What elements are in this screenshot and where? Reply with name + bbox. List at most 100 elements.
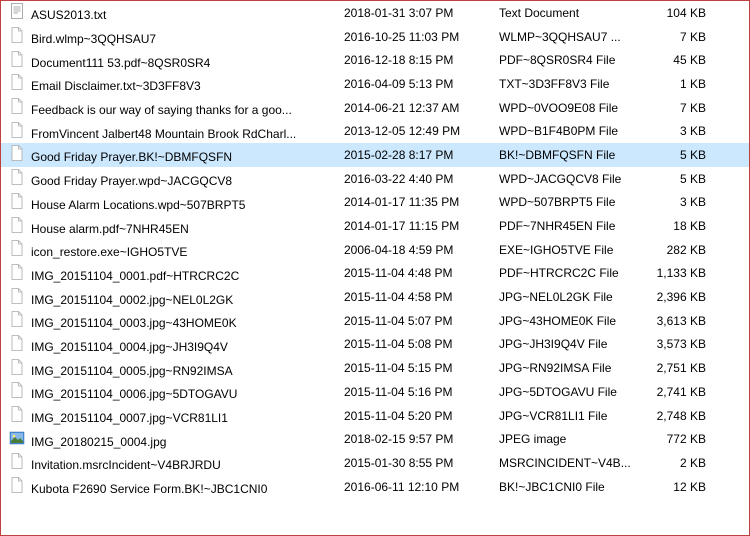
file-size: 3,613 KB [644,314,716,328]
file-type: WPD~507BRPT5 File [499,195,644,209]
file-type: JPG~JH3I9Q4V File [499,337,644,351]
file-row[interactable]: Invitation.msrcIncident~V4BRJRDU2015-01-… [1,451,749,475]
file-name: ASUS2013.txt [31,8,106,22]
generic-file-icon [9,240,25,256]
file-row[interactable]: IMG_20151104_0001.pdf~HTRCRC2C2015-11-04… [1,262,749,286]
file-row[interactable]: Kubota F2690 Service Form.BK!~JBC1CNI0 20… [1,475,749,499]
file-name-cell: Good Friday Prayer.BK!~DBMFQSFN [9,145,344,164]
file-name: IMG_20180215_0004.jpg [31,435,166,449]
generic-file-icon [9,74,25,90]
file-name-cell: IMG_20151104_0006.jpg~5DTOGAVU [9,382,344,401]
text-file-icon [9,3,25,19]
file-row[interactable]: IMG_20151104_0006.jpg~5DTOGAVU 2015-11-04… [1,380,749,404]
file-size: 772 KB [644,432,716,446]
file-row[interactable]: Good Friday Prayer.wpd~JACGQCV8 2016-03-2… [1,167,749,191]
file-size: 282 KB [644,243,716,257]
file-row[interactable]: IMG_20180215_0004.jpg2018-02-15 9:57 PMJ… [1,427,749,451]
file-date: 2016-10-25 11:03 PM [344,30,499,44]
file-name: Document111 53.pdf~8QSR0SR4 [31,56,210,70]
file-name: Feedback is our way of saying thanks for… [31,103,292,117]
file-date: 2016-03-22 4:40 PM [344,172,499,186]
file-name-cell: Invitation.msrcIncident~V4BRJRDU [9,453,344,472]
file-type: WLMP~3QQHSAU7 ... [499,30,644,44]
file-row[interactable]: Document111 53.pdf~8QSR0SR4 2016-12-18 8:… [1,48,749,72]
generic-file-icon [9,288,25,304]
file-type: BK!~DBMFQSFN File [499,148,644,162]
file-row[interactable]: IMG_20151104_0005.jpg~RN92IMSA 2015-11-04… [1,356,749,380]
file-name: IMG_20151104_0006.jpg~5DTOGAVU [31,387,237,401]
file-date: 2006-04-18 4:59 PM [344,243,499,257]
file-name-cell: IMG_20151104_0007.jpg~VCR81LI1 [9,406,344,425]
file-type: BK!~JBC1CNI0 File [499,480,644,494]
file-name-cell: IMG_20151104_0003.jpg~43HOME0K [9,311,344,330]
file-date: 2015-11-04 4:58 PM [344,290,499,304]
file-size: 3 KB [644,195,716,209]
file-name-cell: icon_restore.exe~IGHO5TVE [9,240,344,259]
file-size: 5 KB [644,148,716,162]
file-row[interactable]: IMG_20151104_0002.jpg~NEL0L2GK 2015-11-04… [1,285,749,309]
generic-file-icon [9,145,25,161]
file-name-cell: Bird.wlmp~3QQHSAU7 [9,27,344,46]
generic-file-icon [9,477,25,493]
generic-file-icon [9,27,25,43]
file-name-cell: IMG_20180215_0004.jpg [9,430,344,449]
generic-file-icon [9,311,25,327]
file-name: icon_restore.exe~IGHO5TVE [31,245,187,259]
file-row[interactable]: House alarm.pdf~7NHR45EN2014-01-17 11:15… [1,214,749,238]
generic-file-icon [9,453,25,469]
file-row[interactable]: FromVincent Jalbert48 Mountain Brook RdC… [1,119,749,143]
file-date: 2013-12-05 12:49 PM [344,124,499,138]
file-type: Text Document [499,6,644,20]
file-date: 2015-02-28 8:17 PM [344,148,499,162]
file-row[interactable]: Bird.wlmp~3QQHSAU72016-10-25 11:03 PMWLM… [1,25,749,49]
file-name: FromVincent Jalbert48 Mountain Brook RdC… [31,127,296,141]
file-name-cell: FromVincent Jalbert48 Mountain Brook RdC… [9,122,344,141]
file-row[interactable]: IMG_20151104_0004.jpg~JH3I9Q4V2015-11-04… [1,333,749,357]
file-name: House Alarm Locations.wpd~507BRPT5 [31,198,245,212]
file-name: Good Friday Prayer.wpd~JACGQCV8 [31,174,232,188]
file-name: IMG_20151104_0005.jpg~RN92IMSA [31,364,233,378]
file-row[interactable]: IMG_20151104_0007.jpg~VCR81LI12015-11-04… [1,404,749,428]
file-size: 2,748 KB [644,409,716,423]
file-type: EXE~IGHO5TVE File [499,243,644,257]
file-name: IMG_20151104_0007.jpg~VCR81LI1 [31,411,228,425]
file-name-cell: IMG_20151104_0002.jpg~NEL0L2GK [9,288,344,307]
file-row[interactable]: IMG_20151104_0003.jpg~43HOME0K2015-11-04… [1,309,749,333]
file-date: 2015-11-04 4:48 PM [344,266,499,280]
file-size: 2 KB [644,456,716,470]
file-name-cell: House Alarm Locations.wpd~507BRPT5 [9,193,344,212]
file-name: IMG_20151104_0003.jpg~43HOME0K [31,316,237,330]
file-name: Kubota F2690 Service Form.BK!~JBC1CNI0 [31,482,267,496]
file-size: 1 KB [644,77,716,91]
file-date: 2016-04-09 5:13 PM [344,77,499,91]
file-date: 2015-11-04 5:15 PM [344,361,499,375]
file-row[interactable]: House Alarm Locations.wpd~507BRPT52014-0… [1,191,749,215]
file-date: 2015-11-04 5:16 PM [344,385,499,399]
file-type: WPD~B1F4B0PM File [499,124,644,138]
file-size: 45 KB [644,53,716,67]
generic-file-icon [9,359,25,375]
file-row[interactable]: icon_restore.exe~IGHO5TVE 2006-04-18 4:59… [1,238,749,262]
file-name: House alarm.pdf~7NHR45EN [31,222,189,236]
file-name: IMG_20151104_0004.jpg~JH3I9Q4V [31,340,228,354]
generic-file-icon [9,406,25,422]
file-name-cell: IMG_20151104_0005.jpg~RN92IMSA [9,359,344,378]
file-name-cell: Kubota F2690 Service Form.BK!~JBC1CNI0 [9,477,344,496]
file-size: 1,133 KB [644,266,716,280]
generic-file-icon [9,169,25,185]
generic-file-icon [9,264,25,280]
file-date: 2016-12-18 8:15 PM [344,53,499,67]
file-name-cell: IMG_20151104_0004.jpg~JH3I9Q4V [9,335,344,354]
file-type: PDF~7NHR45EN File [499,219,644,233]
file-row[interactable]: Feedback is our way of saying thanks for… [1,96,749,120]
file-size: 7 KB [644,101,716,115]
file-type: MSRCINCIDENT~V4B... [499,456,644,470]
file-date: 2016-06-11 12:10 PM [344,480,499,494]
file-size: 2,751 KB [644,361,716,375]
file-type: PDF~8QSR0SR4 File [499,53,644,67]
file-row[interactable]: Email Disclaimer.txt~3D3FF8V32016-04-09 … [1,72,749,96]
file-row[interactable]: ASUS2013.txt2018-01-31 3:07 PMText Docum… [1,1,749,25]
file-type: JPG~RN92IMSA File [499,361,644,375]
file-row[interactable]: Good Friday Prayer.BK!~DBMFQSFN2015-02-2… [1,143,749,167]
file-name: IMG_20151104_0002.jpg~NEL0L2GK [31,293,233,307]
